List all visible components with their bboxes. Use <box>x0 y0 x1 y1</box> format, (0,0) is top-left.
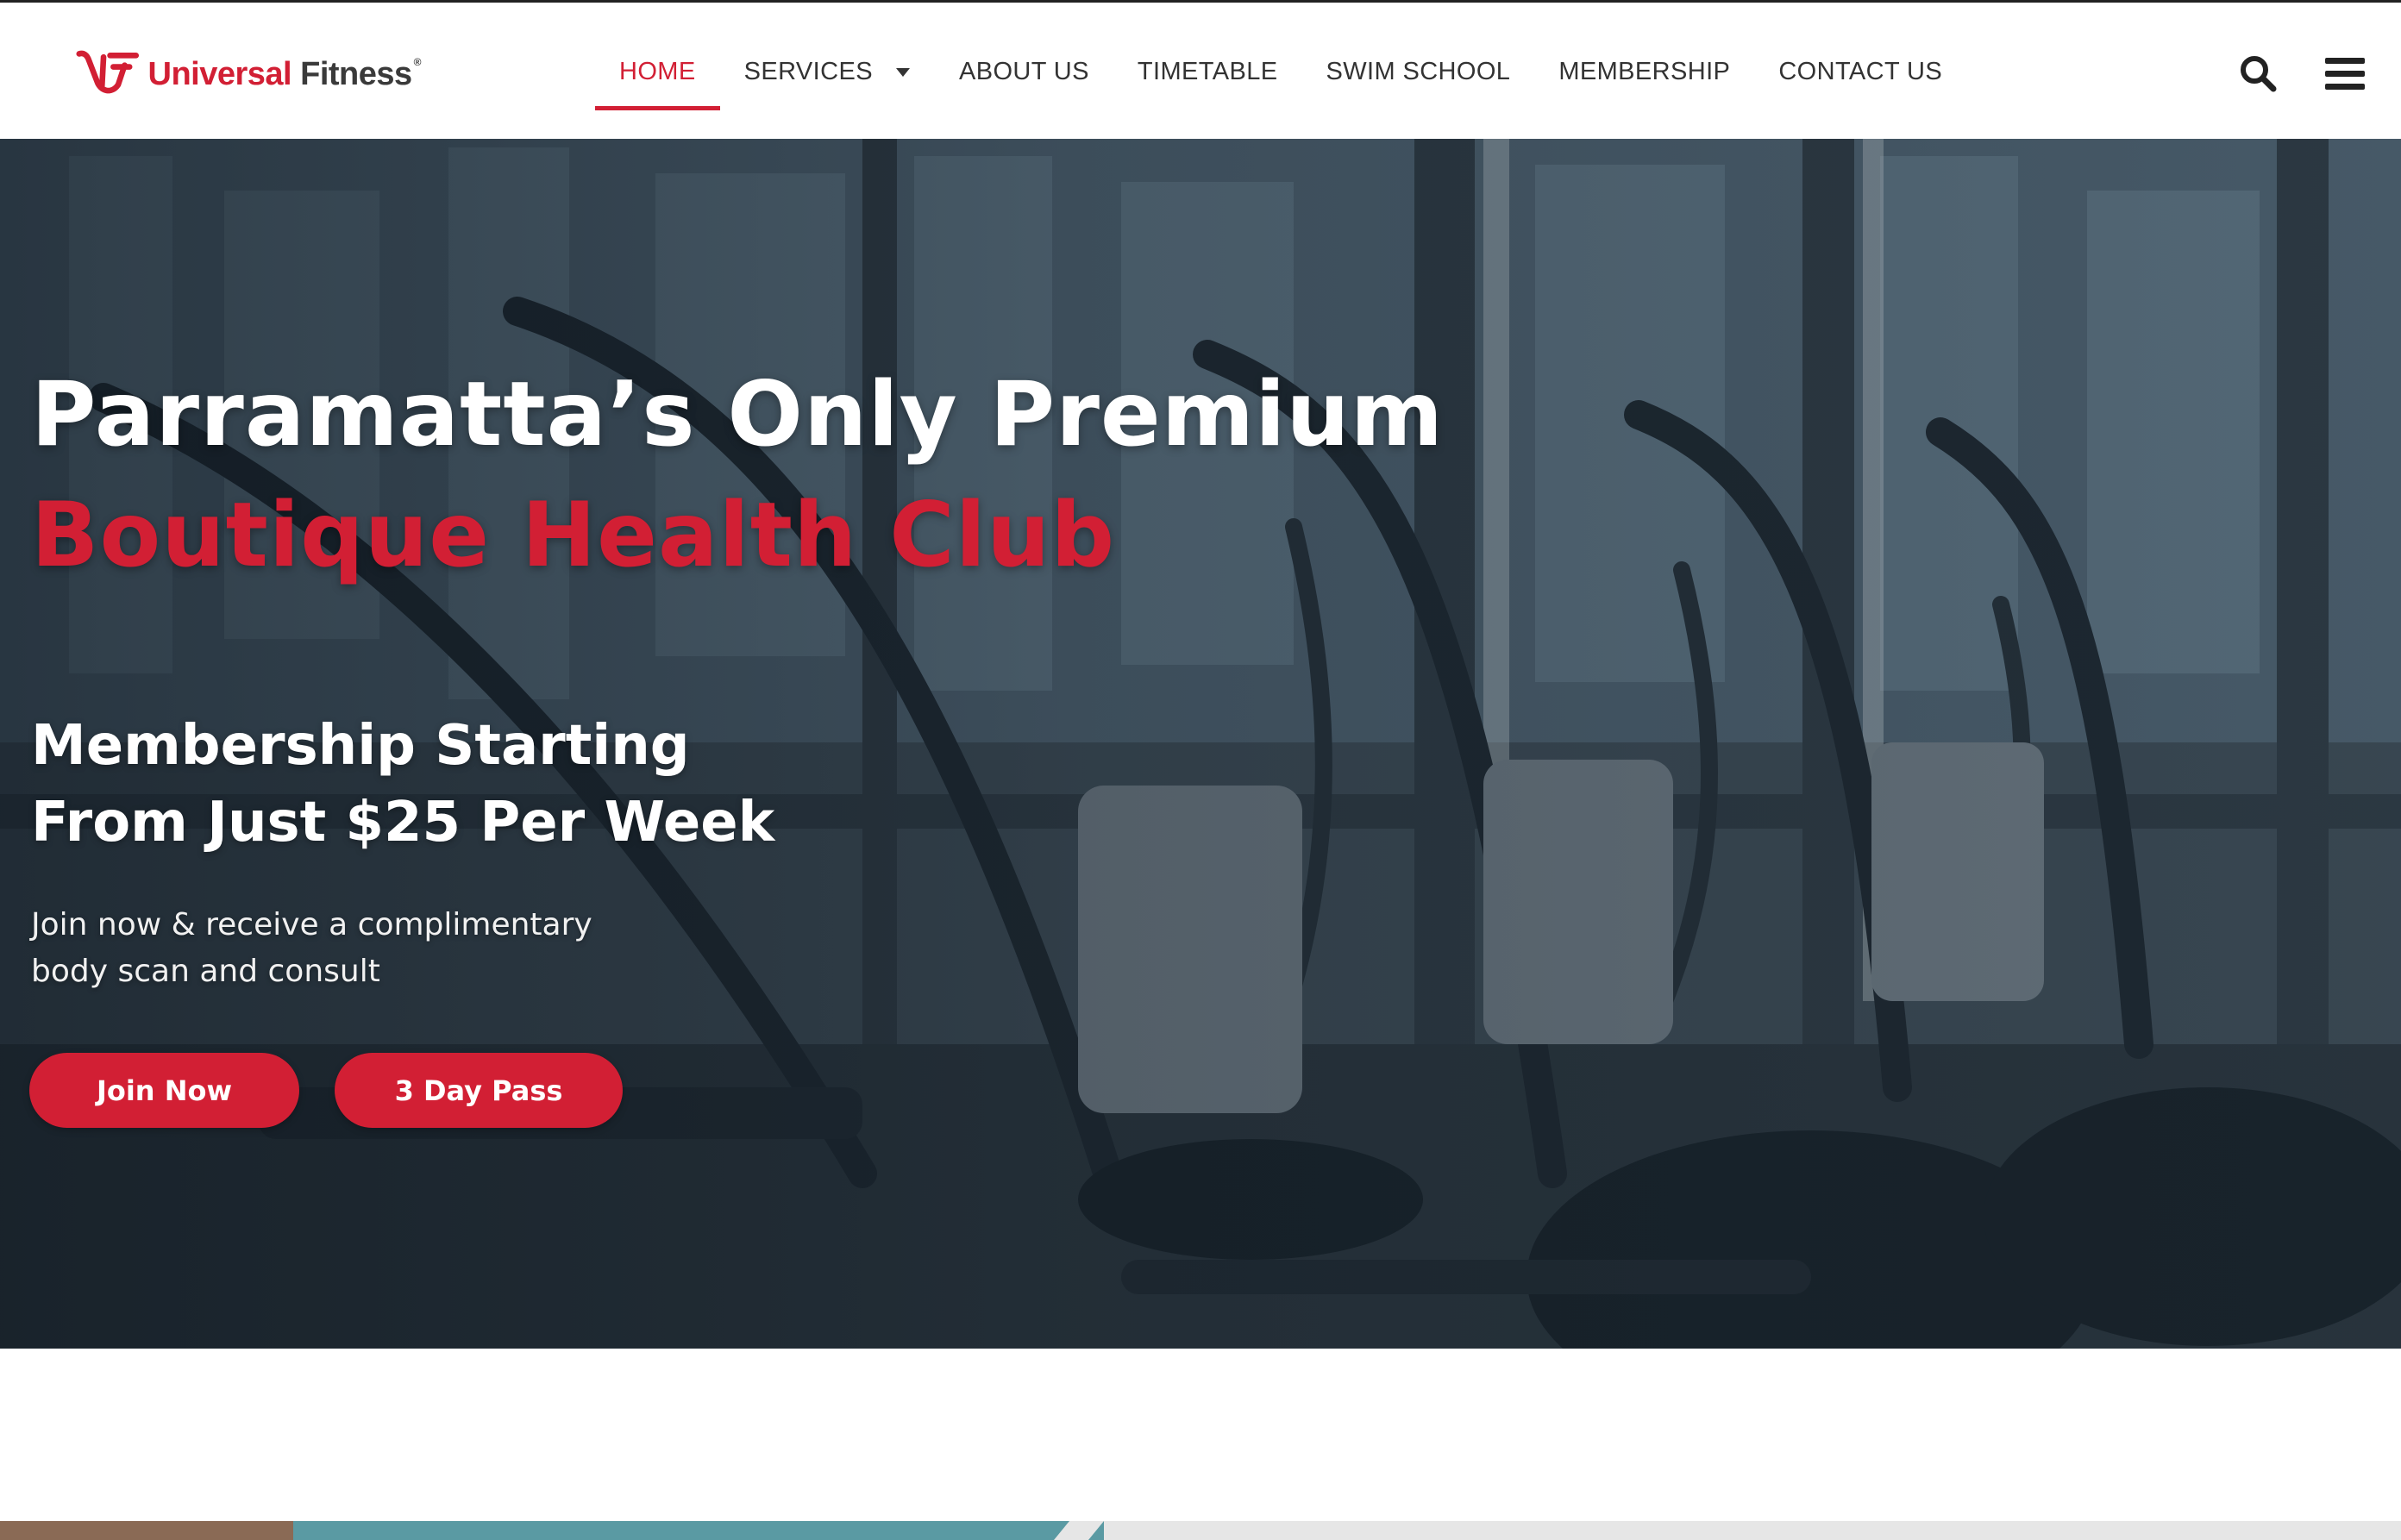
hero-subtitle-line2: From Just $25 Per Week <box>31 791 775 855</box>
nav-item-timetable[interactable]: TIMETABLE <box>1113 3 1302 141</box>
next-section-image <box>0 1521 1104 1540</box>
brand-logo[interactable]: Universal Fitness ® <box>76 46 422 103</box>
nav-item-services[interactable]: SERVICES <box>720 3 935 141</box>
hero-subtitle-line1: Membership Starting <box>31 714 690 778</box>
main-nav: HOME SERVICES ABOUT US TIMETABLE SWIM SC… <box>595 3 1966 141</box>
nav-item-about-us[interactable]: ABOUT US <box>935 3 1113 141</box>
brand-name-part1: Universal <box>147 55 292 92</box>
registered-mark: ® <box>413 55 422 68</box>
search-icon[interactable] <box>2239 54 2277 92</box>
nav-item-about-us-label: ABOUT US <box>958 58 1089 85</box>
nav-item-contact-us-label: CONTACT US <box>1778 58 1943 85</box>
join-now-button[interactable]: Join Now <box>29 1053 299 1128</box>
site-header: Universal Fitness ® HOME SERVICES ABOUT US… <box>0 0 2401 139</box>
hero-description: Join now & receive a complimentary body … <box>31 902 807 995</box>
next-section-image-strip <box>0 1521 2401 1540</box>
nav-item-home[interactable]: HOME <box>595 3 720 141</box>
hero-section: Parramatta’s Only Premium Boutique Healt… <box>0 139 2401 1349</box>
nav-item-membership[interactable]: MEMBERSHIP <box>1534 3 1754 141</box>
content-section <box>0 1349 2401 1540</box>
nav-item-services-label: SERVICES <box>743 58 873 85</box>
hero-subtitle: Membership Starting From Just $25 Per We… <box>31 708 980 861</box>
nav-item-timetable-label: TIMETABLE <box>1137 58 1278 85</box>
hero-title-line1: Parramatta’s Only Premium <box>31 363 1445 466</box>
nav-item-membership-label: MEMBERSHIP <box>1558 58 1731 85</box>
brand-wordmark: Universal Fitness ® <box>147 55 422 93</box>
page: Universal Fitness ® HOME SERVICES ABOUT US… <box>0 0 2401 1540</box>
hero-title: Parramatta’s Only Premium Boutique Healt… <box>31 354 1497 596</box>
brand-logo-mark-icon <box>76 50 140 94</box>
nav-item-swim-school[interactable]: SWIM SCHOOL <box>1301 3 1534 141</box>
brand-name-part2: Fitness <box>300 55 412 92</box>
nav-item-swim-school-label: SWIM SCHOOL <box>1326 58 1511 85</box>
hero-description-line2: body scan and consult <box>31 954 380 989</box>
nav-item-home-label: HOME <box>619 58 696 85</box>
hamburger-menu-icon[interactable] <box>2325 54 2365 92</box>
caret-down-icon <box>895 67 910 77</box>
hero-description-line1: Join now & receive a complimentary <box>31 907 592 942</box>
hero-title-line2: Boutique Health Club <box>31 484 1116 587</box>
nav-item-contact-us[interactable]: CONTACT US <box>1754 3 1966 141</box>
three-day-pass-button[interactable]: 3 Day Pass <box>335 1053 623 1128</box>
